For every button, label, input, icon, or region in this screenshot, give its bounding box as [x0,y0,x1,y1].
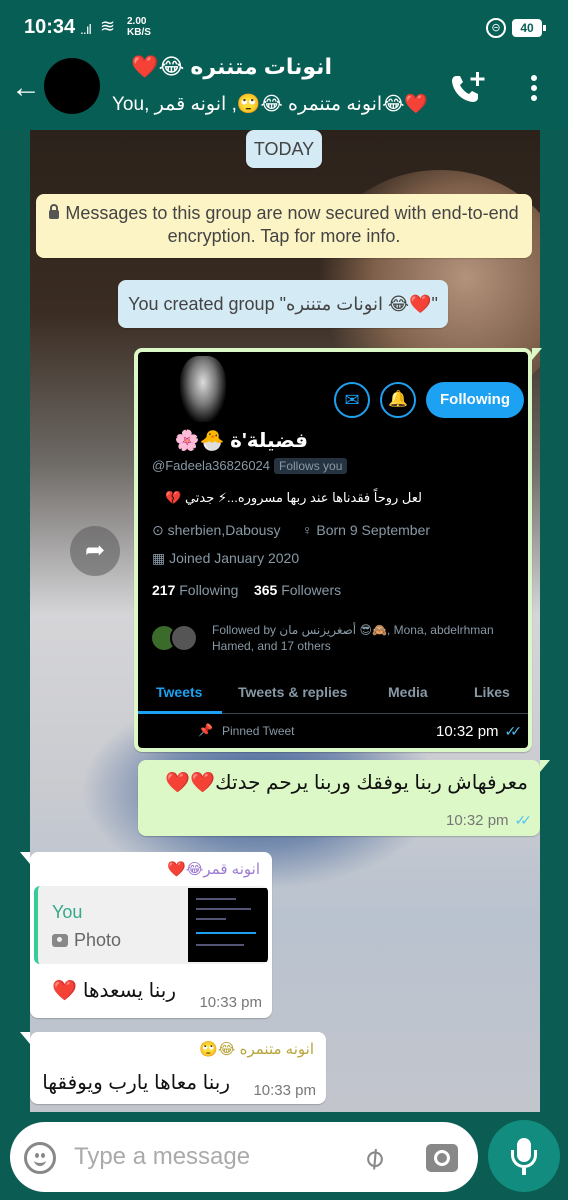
tab-likes: Likes [474,684,510,700]
following-button: Following [426,382,524,418]
sender-name[interactable]: انونه قمر😂❤️ [167,860,260,878]
profile-location: ⊙ sherbien,Dabousy [152,522,281,538]
lock-icon [49,204,60,219]
profile-counts: 217 Following 365 Followers [152,582,341,598]
joined-text: Joined January 2020 [169,550,300,566]
group-avatar[interactable] [44,58,100,114]
read-receipt-icon: ✓✓ [514,812,533,828]
net-speed-value: 2.00 [127,16,147,27]
follows-you-badge: Follows you [274,458,348,474]
status-time: 10:34 [24,16,76,38]
quoted-type-label: Photo [74,930,122,950]
read-receipt-icon: ✓✓ [504,723,523,739]
followers-count: 365 [253,582,278,598]
message-input[interactable] [74,1140,334,1174]
born-text: Born 9 September [316,522,431,538]
following-count: 217 [152,582,176,598]
tweet-screenshot[interactable]: ✉ 🔔 Following فضيلة'ة 🐣🌸 @Fadeela3682602… [138,352,528,748]
input-bar: ⌀ [0,1112,568,1200]
followers-label: Followers [281,582,342,598]
location-text: sherbien,Dabousy [167,522,281,538]
followed-by: Followed by أصغريزنس مان 😎🙈, Mona, abdel… [212,623,494,653]
message-composer: ⌀ [10,1122,478,1192]
message-time: 10:32 pm [445,812,509,829]
message-bubble-out[interactable]: معرفهاش ربنا يوفقك وربنا يرحم جدتك❤️❤️ 1… [138,760,550,836]
profile-bio: لعل روحاً فقدناها عند ربها مسروره...⚡ جد… [165,490,422,505]
net-speed-unit: KB/S [127,27,151,38]
wallpaper-edge [0,130,30,1140]
back-arrow-icon[interactable]: ← [10,72,42,104]
message-text: معرفهاش ربنا يوفقك وربنا يرحم جدتك❤️❤️ [165,772,528,794]
system-message-created: You created group "انونات متننره 😂❤️" [118,280,448,328]
follower-avatar [170,624,198,652]
date-divider: TODAY [246,130,322,168]
pinned-tweet-label: Pinned Tweet [222,724,295,738]
message-meta: 10:32 pm ✓✓ [435,723,523,740]
camera-small-icon [52,934,68,947]
pin-icon: 📌 [198,723,213,737]
group-title[interactable]: انونات متننره 😂❤️ [112,54,332,80]
emoji-icon[interactable] [24,1142,56,1174]
battery-icon: 40 [512,19,546,37]
camera-icon[interactable] [426,1144,458,1172]
message-time: 10:33 pm [253,1082,316,1099]
wifi-icon: ≋ [100,16,116,36]
handle-text: @Fadeela36826024 [152,458,271,473]
sender-name[interactable]: انونه متنمره 😂🙄 [199,1040,314,1058]
quoted-sender: You [52,902,83,922]
mail-icon: ✉ [334,382,370,418]
profile-joined: ▦ Joined January 2020 [152,550,300,566]
profile-handle: @Fadeela36826024 Follows you [152,458,348,474]
signal-icon: ..ıl [80,21,92,37]
net-speed: 2.00 KB/S [127,16,151,38]
tab-tweets: Tweets [156,684,203,700]
message-time: 10:33 pm [199,994,262,1011]
active-tab-indicator [138,711,222,714]
image-message[interactable]: ✉ 🔔 Following فضيلة'ة 🐣🌸 @Fadeela3682602… [134,348,542,752]
rotation-lock-icon: ⊝ [486,18,506,38]
following-label: Following [179,582,239,598]
bell-icon: 🔔 [380,382,416,418]
message-bubble-in[interactable]: انونه متنمره 😂🙄 ربنا معاها يارب ويوفقها … [20,1032,326,1104]
group-members[interactable]: You, انونه متنمره 😂🙄, انونه قمر😂❤️ [112,92,432,116]
status-bar: 10:34 ..ıl ≋ 2.00 KB/S ⊝ 40 [0,0,568,58]
encryption-notice[interactable]: Messages to this group are now secured w… [36,194,532,258]
mic-icon[interactable] [488,1120,560,1192]
call-add-icon[interactable] [448,70,486,106]
quoted-thumbnail [188,888,268,962]
tab-media: Media [388,684,428,700]
profile-tabs: Tweets Tweets & replies Media Likes [138,674,528,714]
profile-picture [180,356,226,422]
chat-header: ← انونات متننره 😂❤️ You, انونه متنمره 😂🙄… [0,54,568,130]
profile-birthday: ♀ Born 9 September [302,522,431,538]
encryption-text: Messages to this group are now secured w… [65,203,519,246]
tab-tweets-replies: Tweets & replies [238,684,348,700]
attach-icon[interactable]: ⌀ [349,1133,400,1184]
message-meta: 10:32 pm ✓✓ [445,812,533,829]
message-time: 10:32 pm [435,723,499,740]
more-vert-icon[interactable] [524,72,544,104]
quoted-message[interactable]: You Photo [34,886,268,964]
forward-icon[interactable]: ➦ [70,526,120,576]
message-bubble-in[interactable]: انونه قمر😂❤️ You Photo ربنا يسعدها ❤️ 10… [20,852,272,1018]
wallpaper-edge [540,130,568,1140]
profile-name: فضيلة'ة 🐣🌸 [174,430,308,452]
quoted-type: Photo [52,930,121,951]
message-text: ربنا معاها يارب ويوفقها [42,1072,230,1094]
message-text: ربنا يسعدها ❤️ [52,980,176,1002]
